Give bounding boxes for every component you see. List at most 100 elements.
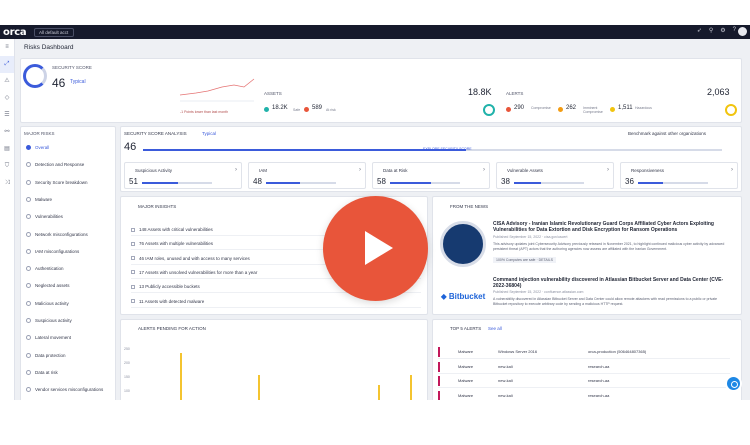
nav-item[interactable]: Overall [26,142,112,153]
compliance-icon[interactable]: ▤ [0,141,14,158]
score-tile[interactable]: Responsiveness 36 › [620,162,738,189]
help-icon[interactable]: ? [733,27,736,34]
nav-item-icon [26,369,31,375]
top-alert-row[interactable]: Malware new-kali research-aa [438,374,730,388]
assets-safe-count: 18.2K [272,105,288,111]
nav-item[interactable]: IAM misconfigurations [26,246,112,257]
news-item-tag[interactable]: 100% Computes are safe · DETAILS [493,257,556,263]
insight-icon [131,241,135,246]
nav-item[interactable]: Data protection [26,350,112,361]
severity-bar [438,376,440,386]
graph-icon[interactable]: ⚯ [0,124,14,141]
list-icon[interactable]: ☰ [0,107,14,124]
nav-item-label: Data at risk [35,369,58,375]
nav-item-icon [26,162,31,168]
score-tile-label: Vulnerable Assets [507,168,543,173]
nav-item-icon [26,352,31,358]
see-all-link[interactable]: See all [488,326,502,331]
nav-item-label: Vendor services misconfigurations [35,387,104,393]
chevron-right-icon[interactable]: › [359,167,361,173]
nav-item-icon [26,387,31,393]
score-tile-bar-fill [514,182,541,184]
nav-item-label: Authentication [35,266,64,272]
org-selector[interactable]: All default acct [34,27,74,37]
benchmark-link[interactable]: Benchmark against other organizations [628,131,706,136]
score-tile-value: 38 [501,177,510,186]
alert-severity-label: Compromise [531,106,551,110]
assets-label: ASSETS [264,91,282,96]
analysis-title: SECURITY SCORE ANALYSIS [124,131,187,136]
nav-item[interactable]: Data at risk [26,367,112,378]
chevron-right-icon[interactable]: › [483,167,485,173]
nav-item-icon [26,231,31,237]
alerts-donut [725,104,737,116]
nav-item[interactable]: Network misconfigurations [26,229,112,240]
nav-item[interactable]: Authentication [26,263,112,274]
score-tile-bar [638,182,708,184]
top-alert-row[interactable]: Malware new-kali research-aa [438,389,730,400]
security-score-trend-chart [179,78,255,102]
inventory-icon[interactable]: ◇ [0,90,14,107]
alert-asset: new-kali [498,363,513,369]
y-tick-label: 150 [124,375,130,379]
nav-item[interactable]: Lateral movement [26,332,112,343]
page-title: Risks Dashboard [24,44,74,51]
nav-item-label: Vulnerabilities [35,214,63,220]
safe-dot [264,107,269,112]
top-alert-row[interactable]: Malware Windows Server 2016 orca-productio… [438,345,730,359]
video-play-button[interactable] [323,196,428,301]
pending-title: ALERTS PENDING FOR ACTION [138,326,206,331]
gear-icon[interactable]: ⚙ [720,27,725,34]
avatar[interactable] [738,27,747,36]
security-score-badge: Typical [70,79,86,85]
dashboard-icon[interactable]: ⤢ [0,56,14,73]
alert-type: Malware [458,363,474,369]
nav-item[interactable]: Neglected assets [26,280,112,291]
nav-item[interactable]: Vulnerabilities [26,211,112,222]
chevron-right-icon[interactable]: › [607,167,609,173]
alert-severity-dot [506,107,511,112]
alert-severity-count: 1,511 [618,105,633,111]
nav-item[interactable]: Vendor services misconfigurations [26,384,112,395]
analysis-score-track [466,149,722,151]
analysis-score-bar [143,149,466,151]
nav-item[interactable]: Malware [26,194,112,205]
top-alert-row[interactable]: Malware new-kali research-aa [438,360,730,374]
rocket-icon[interactable]: ➶ [697,27,702,34]
trend-caption: -1 Points lower than last month [180,110,229,114]
score-tile-bar-fill [638,182,664,184]
score-tile[interactable]: Suspicious Activity 51 › [124,162,242,189]
severity-bar [438,347,440,357]
nav-item-label: Suspicious activity [35,318,72,323]
orca-logo: orca [3,26,27,38]
nav-item[interactable]: Security Score breakdown [26,177,112,188]
news-item-title[interactable]: Command injection vulnerability discover… [493,277,729,289]
nav-item[interactable]: Suspicious activity [26,315,112,326]
score-tile[interactable]: Vulnerable Assets 38 › [496,162,614,189]
bell-icon[interactable]: ⚲ [709,27,713,34]
nav-item-icon [26,318,31,323]
severity-bar [438,390,440,400]
integrations-icon[interactable]: ⤨ [0,175,14,192]
hamburger-icon[interactable]: ≡ [0,39,14,56]
nav-item[interactable]: Malicious activity [26,298,112,309]
alerts-icon[interactable]: ⚠ [0,73,14,90]
chevron-right-icon[interactable]: › [731,167,733,173]
explore-score-link[interactable]: EXPLORE SECURITY SCORE [423,147,472,151]
alert-severity-count: 290 [514,105,525,111]
bitbucket-logo: ⬥ Bitbucket [441,292,486,301]
score-tile[interactable]: IAM 48 › [248,162,366,189]
chevron-right-icon[interactable]: › [235,167,237,173]
score-tile-bar-fill [390,182,431,184]
chat-help-icon[interactable] [725,375,742,392]
nav-item-icon [26,335,31,341]
nav-item[interactable]: Detection and Response [26,159,112,170]
score-tile[interactable]: Data at Risk 58 › [372,162,490,189]
at-risk-dot [304,107,309,112]
shield-icon[interactable]: ⛉ [0,158,14,175]
news-item-title[interactable]: CISA Advisory - Iranian Islamic Revoluti… [493,221,729,233]
insight-text: 76 Assets with multiple vulnerabilities [139,241,214,247]
summary-card [20,58,742,123]
insight-icon [131,227,135,232]
score-tile-bar [514,182,584,184]
